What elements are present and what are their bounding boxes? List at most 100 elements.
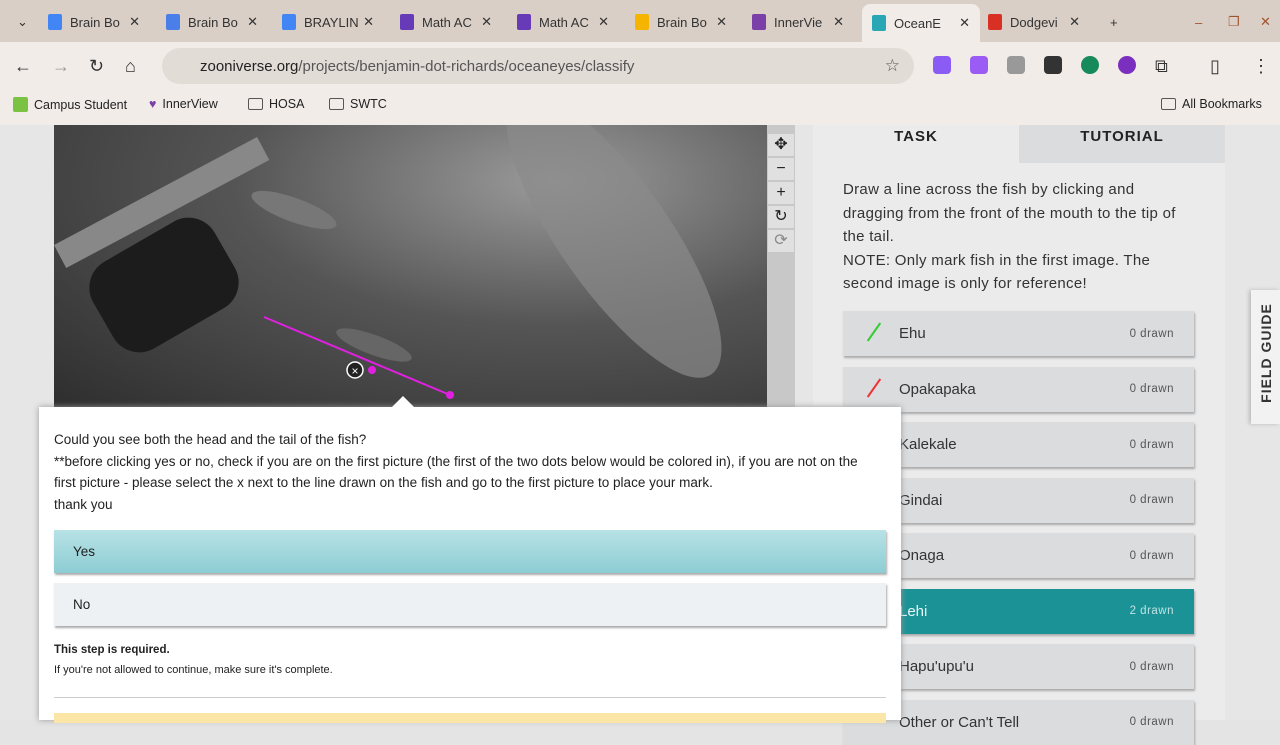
choice-name: Onaga: [899, 547, 945, 564]
grammarly-icon[interactable]: [1081, 56, 1099, 74]
line-tool-icon: [866, 377, 882, 398]
tab-favicon-icon: [752, 14, 766, 30]
tab-title: Brain Bo: [70, 14, 120, 30]
restore-button[interactable]: ❐: [1218, 8, 1240, 36]
tab-title: Math AC: [539, 14, 589, 30]
required-label: This step is required.: [54, 644, 170, 656]
reload-icon[interactable]: ↻: [89, 56, 104, 77]
tab-title: InnerVie: [774, 14, 823, 30]
bookmark-star-icon[interactable]: ☆: [885, 56, 900, 76]
drawn-line-mark: [263, 316, 451, 396]
tab-close-icon[interactable]: ✕: [129, 14, 140, 30]
zoom-out-icon[interactable]: −: [768, 158, 794, 180]
field-guide-label: FIELD GUIDE: [1258, 303, 1274, 403]
tab-title: Brain Bo: [188, 14, 238, 30]
forward-icon[interactable]: →: [52, 56, 70, 77]
tab-task[interactable]: TASK: [813, 125, 1019, 163]
browser-tab[interactable]: Math AC ✕: [390, 8, 502, 36]
pan-icon[interactable]: ✥: [768, 134, 794, 156]
home-icon[interactable]: ⌂: [125, 56, 136, 77]
browser-tab[interactable]: Brain Bo ✕: [625, 8, 737, 36]
tab-favicon-icon: [282, 14, 296, 30]
subject-image[interactable]: ×: [54, 125, 767, 407]
choice-count: 0 drawn: [1129, 716, 1174, 728]
tab-favicon-icon: [988, 14, 1002, 30]
question-thanks: thank you: [54, 496, 113, 512]
tab-title: BRAYLIN: [304, 14, 359, 30]
answer-yes-button[interactable]: Yes: [54, 530, 886, 573]
answer-no-button[interactable]: No: [54, 583, 886, 626]
required-hint: If you're not allowed to continue, make …: [54, 664, 333, 676]
tab-close-icon[interactable]: ✕: [481, 14, 492, 30]
all-bookmarks[interactable]: All Bookmarks: [1161, 97, 1262, 111]
tab-tutorial[interactable]: TUTORIAL: [1019, 125, 1225, 163]
field-guide-button[interactable]: FIELD GUIDE: [1251, 290, 1280, 424]
back-icon[interactable]: ←: [14, 56, 32, 77]
browser-tab[interactable]: InnerVie ✕: [742, 8, 854, 36]
url-path: /projects/benjamin-dot-richards/oceaneye…: [298, 57, 635, 75]
browser-tab[interactable]: BRAYLIN ✕: [272, 8, 384, 36]
choice-count: 0 drawn: [1129, 549, 1174, 562]
bookmark-innerview[interactable]: ♥ InnerView: [149, 97, 218, 111]
tab-title: OceanE: [894, 15, 941, 31]
tab-close-icon[interactable]: ✕: [959, 15, 970, 31]
url-domain: zooniverse.org: [200, 57, 299, 75]
browser-tab[interactable]: Brain Bo ✕: [38, 8, 150, 36]
tab-close-icon[interactable]: ✕: [363, 14, 374, 30]
bookmark-hosa[interactable]: HOSA: [248, 97, 304, 111]
browser-tab[interactable]: Math AC ✕: [507, 8, 619, 36]
choice-name: Lehi: [899, 602, 928, 620]
bookmark-swtc[interactable]: SWTC: [329, 97, 387, 111]
question-text: Could you see both the head and the tail…: [54, 432, 367, 447]
tab-title: Brain Bo: [657, 14, 707, 30]
tab-close-icon[interactable]: ✕: [833, 14, 844, 30]
browser-tab[interactable]: OceanE ✕: [862, 4, 980, 42]
reset-icon[interactable]: ⟳: [768, 230, 794, 252]
extensions-puzzle-icon[interactable]: ⧉: [1155, 56, 1168, 77]
tab-favicon-icon: [635, 14, 649, 30]
browser-tab[interactable]: Dodgevi ✕: [978, 8, 1090, 36]
choice-count: 0 drawn: [1129, 383, 1174, 395]
zoom-in-icon[interactable]: +: [768, 182, 794, 204]
folder-icon: [1161, 98, 1176, 110]
tab-title: Dodgevi: [1010, 14, 1058, 30]
tab-favicon-icon: [400, 14, 414, 30]
task-instruction: Draw a line across the fish by clicking …: [843, 181, 1176, 245]
innerview-icon: ♥: [149, 97, 157, 111]
rotate-icon[interactable]: ↻: [768, 206, 794, 228]
choice-count: 0 drawn: [1129, 327, 1174, 340]
extension-icon[interactable]: [1044, 56, 1062, 74]
tab-close-icon[interactable]: ✕: [1069, 14, 1080, 30]
minimize-button[interactable]: –: [1185, 8, 1202, 36]
choice-name: Ehu: [899, 325, 926, 342]
extension-icon[interactable]: [970, 56, 988, 74]
choice-name: Kalekale: [899, 436, 957, 453]
choice-name: Gindai: [899, 491, 943, 509]
tab-close-icon[interactable]: ✕: [247, 14, 258, 30]
fish-photo: ×: [54, 125, 722, 399]
image-toolbar: ✥ − + ↻ ⟳: [767, 125, 795, 407]
browser-toolbar: ← → ↻ ⌂ zooniverse.org/projects/benjamin…: [0, 42, 1280, 90]
bookmark-campus-student[interactable]: Campus Student: [13, 97, 127, 112]
tab-close-icon[interactable]: ✕: [598, 14, 609, 30]
side-panel-icon[interactable]: ▯: [1210, 56, 1220, 77]
tab-favicon-icon: [48, 14, 62, 30]
address-bar[interactable]: zooniverse.org/projects/benjamin-dot-ric…: [162, 48, 914, 84]
tab-favicon-icon: [517, 14, 531, 30]
extension-icon[interactable]: [933, 56, 951, 74]
extension-k-icon[interactable]: [1118, 56, 1136, 74]
extension-icon[interactable]: [1007, 56, 1025, 74]
browser-tab[interactable]: Brain Bo ✕: [156, 8, 268, 36]
bookmarks-bar: Campus Student ♥ InnerView HOSA SWTC All …: [0, 90, 1280, 125]
question-popup: Could you see both the head and the tail…: [39, 396, 901, 723]
tool-choice-1[interactable]: Opakapaka 0 drawn: [843, 366, 1194, 412]
close-window-button[interactable]: ✕: [1250, 8, 1271, 36]
choice-name: Opakapaka: [899, 380, 976, 398]
tab-close-icon[interactable]: ✕: [716, 14, 727, 30]
tool-choice-0[interactable]: Ehu 0 drawn: [843, 311, 1194, 356]
tab-search-button[interactable]: ⌄: [8, 8, 36, 36]
new-tab-button[interactable]: +: [1100, 8, 1118, 36]
menu-icon[interactable]: ⋮: [1252, 56, 1270, 77]
choice-count: 0 drawn: [1129, 660, 1174, 673]
bookmark-label: Campus Student: [34, 97, 128, 112]
